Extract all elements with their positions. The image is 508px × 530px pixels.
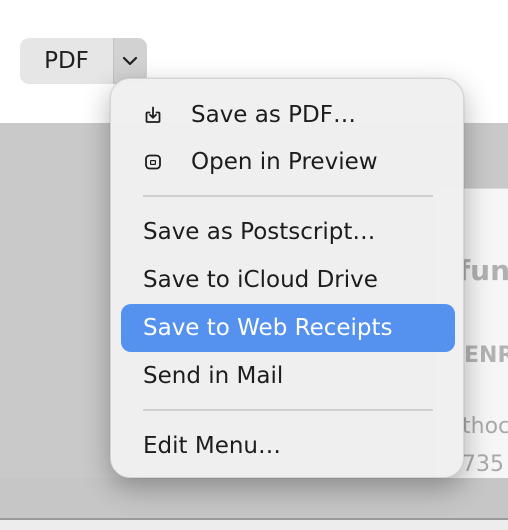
menu-item-label: Send in Mail <box>143 363 284 389</box>
menu-item-open-in-preview[interactable]: Open in Preview <box>121 138 455 186</box>
menu-separator <box>143 409 433 411</box>
menu-item-save-to-icloud-drive[interactable]: Save to iCloud Drive <box>121 256 455 304</box>
menu-item-save-as-pdf[interactable]: Save as PDF… <box>121 91 455 139</box>
menu-item-save-as-postscript[interactable]: Save as Postscript… <box>121 208 455 256</box>
pdf-button[interactable]: PDF <box>20 38 113 84</box>
menu-item-label: Edit Menu… <box>143 433 281 459</box>
menu-item-label: Open in Preview <box>191 149 378 175</box>
menu-item-edit-menu[interactable]: Edit Menu… <box>121 422 455 470</box>
preview-text-fragment: fun <box>458 254 508 287</box>
print-dialog: fun ENR thoc 735 PDF Save as PDF… Open i… <box>0 0 508 530</box>
menu-item-save-to-web-receipts[interactable]: Save to Web Receipts <box>121 304 455 352</box>
pdf-menu: Save as PDF… Open in Preview Save as Pos… <box>110 78 464 478</box>
menu-item-label: Save to iCloud Drive <box>143 267 378 293</box>
save-download-icon <box>145 106 161 123</box>
menu-item-label: Save as PDF… <box>191 102 356 128</box>
chevron-down-icon <box>122 56 138 66</box>
pdf-button-label: PDF <box>44 48 89 74</box>
menu-item-label: Save as Postscript… <box>143 219 376 245</box>
preview-text-fragment: thoc <box>462 414 508 439</box>
preview-lower-strip <box>0 478 508 518</box>
dialog-bottom-bar <box>0 520 508 530</box>
menu-separator <box>143 195 433 197</box>
preview-text-fragment: 735 <box>462 452 504 477</box>
menu-item-label: Save to Web Receipts <box>143 315 393 341</box>
menu-item-send-in-mail[interactable]: Send in Mail <box>121 352 455 400</box>
preview-app-icon <box>145 154 161 170</box>
preview-text-fragment: ENR <box>464 343 508 368</box>
